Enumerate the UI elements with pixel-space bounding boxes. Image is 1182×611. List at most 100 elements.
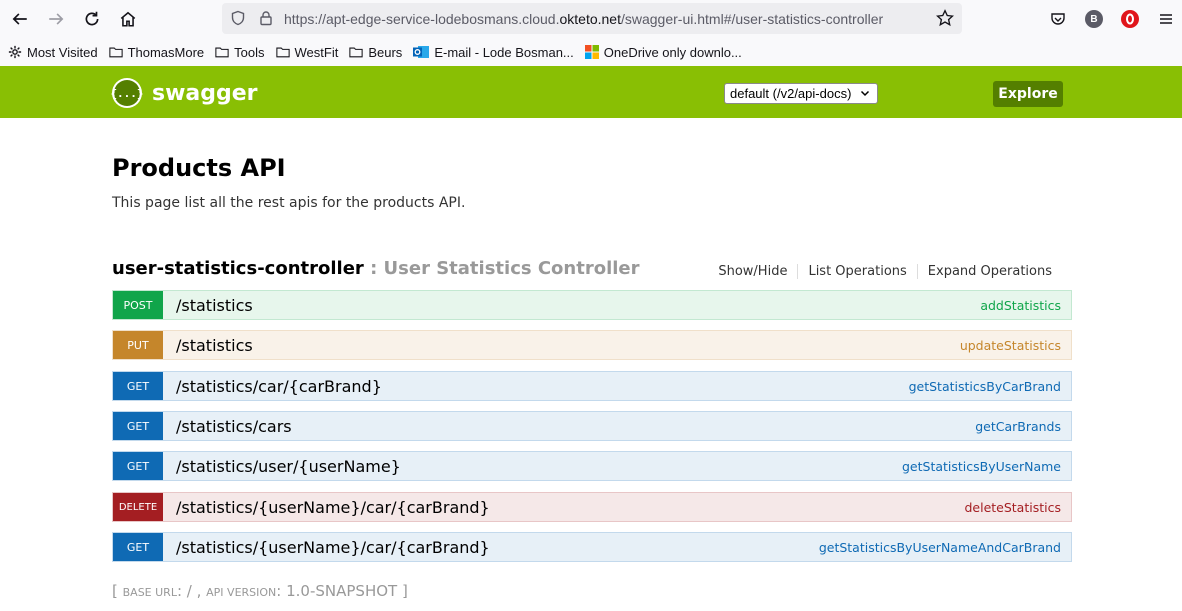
base-url-value: : / ,: [176, 582, 207, 600]
bookmark-label: E-mail - Lode Bosman...: [434, 44, 574, 60]
chevron-down-icon: [860, 90, 870, 97]
extension-button[interactable]: [1112, 1, 1148, 37]
operation-path[interactable]: /statistics/{userName}/car/{carBrand}: [176, 498, 490, 517]
api-description: This page list all the rest apis for the…: [112, 195, 466, 211]
bookmark-folder-tools[interactable]: Tools: [215, 45, 265, 60]
footer-close-bracket: ]: [401, 582, 408, 600]
forward-button[interactable]: [38, 1, 74, 37]
controller-heading: user-statistics-controller : User Statis…: [112, 258, 1072, 284]
operation-row[interactable]: DELETE /statistics/{userName}/car/{carBr…: [112, 492, 1072, 522]
operation-nickname[interactable]: getStatisticsByCarBrand: [909, 379, 1061, 394]
url-suffix: /swagger-ui.html#/user-statistics-contro…: [620, 11, 884, 27]
operation-path[interactable]: /statistics: [176, 296, 253, 315]
explore-button[interactable]: Explore: [993, 81, 1063, 107]
operation-row[interactable]: GET /statistics/user/{userName} getStati…: [112, 451, 1072, 481]
operation-row[interactable]: GET /statistics/{userName}/car/{carBrand…: [112, 532, 1072, 562]
api-title: Products API: [112, 154, 286, 182]
operation-path[interactable]: /statistics/cars: [176, 417, 292, 436]
show-hide-link[interactable]: Show/Hide: [718, 264, 797, 279]
swagger-logo[interactable]: {...} swagger: [110, 78, 258, 108]
bookmark-folder-thomasmore[interactable]: ThomasMore: [108, 44, 205, 60]
outlook-icon: [413, 46, 430, 58]
bookmark-label: Most Visited: [27, 44, 98, 60]
operation-path[interactable]: /statistics/car/{carBrand}: [176, 377, 382, 396]
profile-button[interactable]: B: [1076, 1, 1112, 37]
folder-icon: [349, 47, 363, 58]
reload-icon: [85, 11, 99, 26]
http-method-badge[interactable]: GET: [113, 533, 163, 561]
extension-o-icon: [1121, 10, 1139, 28]
operation-nickname[interactable]: getStatisticsByUserName: [902, 459, 1061, 474]
operation-nickname[interactable]: getCarBrands: [975, 419, 1061, 434]
bookmark-onedrive[interactable]: OneDrive only downlo...: [584, 44, 742, 60]
profile-avatar: B: [1085, 10, 1103, 28]
bookmark-email[interactable]: E-mail - Lode Bosman...: [413, 44, 574, 60]
home-button[interactable]: [110, 1, 146, 37]
list-operations-link[interactable]: List Operations: [797, 264, 916, 279]
bookmark-label: OneDrive only downlo...: [603, 44, 742, 60]
bookmark-label: Beurs: [368, 44, 403, 60]
bookmark-folder-beurs[interactable]: Beurs: [349, 45, 402, 60]
tracking-shield-icon[interactable]: [230, 10, 246, 26]
controller-title[interactable]: user-statistics-controller : User Statis…: [112, 258, 640, 279]
swagger-brand-text: swagger: [152, 80, 258, 106]
http-method-badge[interactable]: PUT: [113, 331, 163, 359]
pocket-icon: [1051, 13, 1065, 25]
controller-name[interactable]: user-statistics-controller: [112, 258, 364, 279]
operation-row[interactable]: GET /statistics/cars getCarBrands: [112, 411, 1072, 441]
home-icon: [120, 11, 136, 27]
bookmark-most-visited[interactable]: Most Visited: [8, 45, 98, 60]
operation-row[interactable]: PUT /statistics updateStatistics: [112, 330, 1072, 360]
footer-open-bracket: [: [112, 582, 123, 600]
bookmark-label: ThomasMore: [127, 44, 205, 60]
expand-operations-link[interactable]: Expand Operations: [916, 264, 1062, 279]
bookmark-folder-westfit[interactable]: WestFit: [275, 45, 338, 60]
http-method-badge[interactable]: GET: [113, 412, 163, 440]
api-version-value: : 1.0-SNAPSHOT: [276, 582, 402, 600]
operation-path[interactable]: /statistics/user/{userName}: [176, 457, 401, 476]
api-footer-info: [ BASE URL: / , API VERSION: 1.0-SNAPSHO…: [112, 582, 408, 600]
operation-path[interactable]: /statistics: [176, 336, 253, 355]
controller-separator: :: [363, 258, 384, 279]
folder-icon: [215, 47, 229, 58]
gear-icon: [8, 45, 22, 59]
hamburger-menu-icon: [1160, 14, 1172, 24]
forward-arrow-icon: [49, 13, 64, 25]
http-method-badge[interactable]: GET: [113, 452, 163, 480]
api-version-label: API VERSION: [206, 586, 277, 599]
url-prefix: https://apt-edge-service-lodebosmans.clo…: [284, 11, 560, 27]
folder-icon: [108, 47, 123, 58]
reload-button[interactable]: [74, 1, 110, 37]
back-button[interactable]: [2, 1, 38, 37]
base-url-label: BASE URL: [122, 586, 177, 599]
controller-links: Show/Hide List Operations Expand Operati…: [718, 264, 1062, 279]
address-bar[interactable]: https://apt-edge-service-lodebosmans.clo…: [222, 3, 962, 34]
back-arrow-icon: [12, 13, 27, 25]
operation-nickname[interactable]: updateStatistics: [960, 338, 1061, 353]
microsoft-icon: [584, 45, 599, 59]
http-method-badge[interactable]: POST: [113, 291, 163, 319]
spec-select[interactable]: default (/v2/api-docs): [724, 83, 878, 104]
operation-path[interactable]: /statistics/{userName}/car/{carBrand}: [176, 538, 490, 557]
swagger-logo-glyph: {...}: [110, 80, 144, 106]
operation-row[interactable]: POST /statistics addStatistics: [112, 290, 1072, 320]
http-method-badge[interactable]: DELETE: [113, 493, 163, 521]
url-domain: okteto.net: [559, 11, 621, 27]
browser-toolbar: https://apt-edge-service-lodebosmans.clo…: [0, 0, 1182, 38]
operation-nickname[interactable]: getStatisticsByUserNameAndCarBrand: [819, 540, 1061, 555]
pocket-button[interactable]: [1040, 1, 1076, 37]
operation-nickname[interactable]: addStatistics: [980, 298, 1061, 313]
lock-icon[interactable]: [258, 10, 274, 26]
controller-description: User Statistics Controller: [383, 258, 640, 279]
bookmarks-bar: Most Visited ThomasMore Tools WestFit Be…: [0, 38, 1182, 66]
url-text[interactable]: https://apt-edge-service-lodebosmans.clo…: [284, 11, 883, 27]
operation-row[interactable]: GET /statistics/car/{carBrand} getStatis…: [112, 371, 1072, 401]
spec-select-value: default (/v2/api-docs): [730, 86, 852, 101]
operation-nickname[interactable]: deleteStatistics: [964, 500, 1061, 515]
menu-button[interactable]: [1148, 1, 1182, 37]
http-method-badge[interactable]: GET: [113, 372, 163, 400]
folder-icon: [275, 47, 290, 58]
swagger-logo-icon: {...}: [110, 78, 144, 108]
toolbar-right-icons: B: [1040, 0, 1182, 38]
bookmark-star-icon[interactable]: [936, 9, 954, 27]
